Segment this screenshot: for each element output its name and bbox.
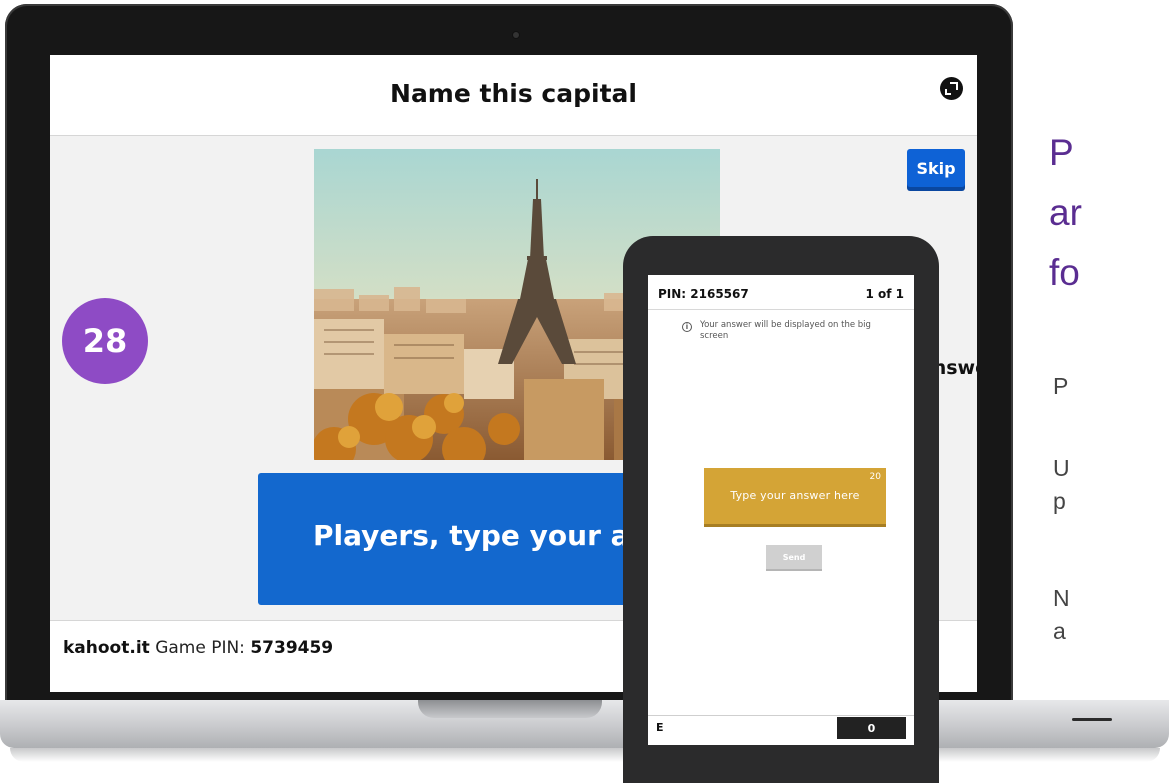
fullscreen-toggle-icon[interactable] — [940, 77, 963, 100]
side-text-line: p — [1053, 488, 1066, 514]
char-limit-counter: 20 — [869, 472, 881, 482]
side-heading-line: P — [1049, 132, 1074, 173]
side-heading-line: fo — [1049, 252, 1080, 293]
footer-divider — [648, 715, 914, 716]
laptop-shadow — [10, 748, 1160, 762]
game-pin-label: Game PIN: — [155, 638, 245, 658]
answer-input[interactable]: 20 Type your answer here — [704, 468, 886, 524]
side-heading: P ar fo — [1049, 123, 1169, 303]
skip-button[interactable]: Skip — [907, 149, 965, 187]
game-pin-line: kahoot.it Game PIN: 5739459 — [63, 638, 333, 658]
player-screen: PIN: 2165567 1 of 1 i Your answer will b… — [648, 275, 914, 745]
side-text-line: a — [1053, 618, 1066, 644]
side-paragraph-2: U p — [1053, 452, 1169, 518]
question-header: Name this capital — [50, 55, 977, 136]
side-paragraph-1: P — [1053, 370, 1169, 403]
side-text-line: N — [1053, 585, 1070, 611]
player-nickname: E — [656, 721, 664, 734]
player-pin: PIN: 2165567 — [658, 287, 749, 301]
send-button[interactable]: Send — [766, 545, 822, 569]
countdown-timer: 28 — [62, 298, 148, 384]
header-divider — [648, 309, 914, 310]
answer-placeholder: Type your answer here — [730, 489, 860, 502]
game-pin-value: 5739459 — [250, 638, 334, 658]
phone-device: PIN: 2165567 1 of 1 i Your answer will b… — [623, 236, 939, 783]
answer-info-text: Your answer will be displayed on the big… — [700, 320, 871, 341]
laptop-base-slot — [1072, 718, 1112, 721]
laptop-hinge-notch — [418, 700, 602, 718]
player-score: 0 — [837, 717, 906, 739]
webcam-icon — [513, 32, 519, 38]
question-title: Name this capital — [390, 79, 637, 108]
side-text-line: P — [1053, 373, 1069, 399]
info-icon: i — [682, 322, 692, 332]
side-paragraph-3: N a — [1053, 582, 1169, 648]
question-counter: 1 of 1 — [865, 287, 904, 301]
side-heading-line: ar — [1049, 192, 1082, 233]
side-text-line: U — [1053, 455, 1070, 481]
site-name: kahoot.it — [63, 638, 150, 658]
